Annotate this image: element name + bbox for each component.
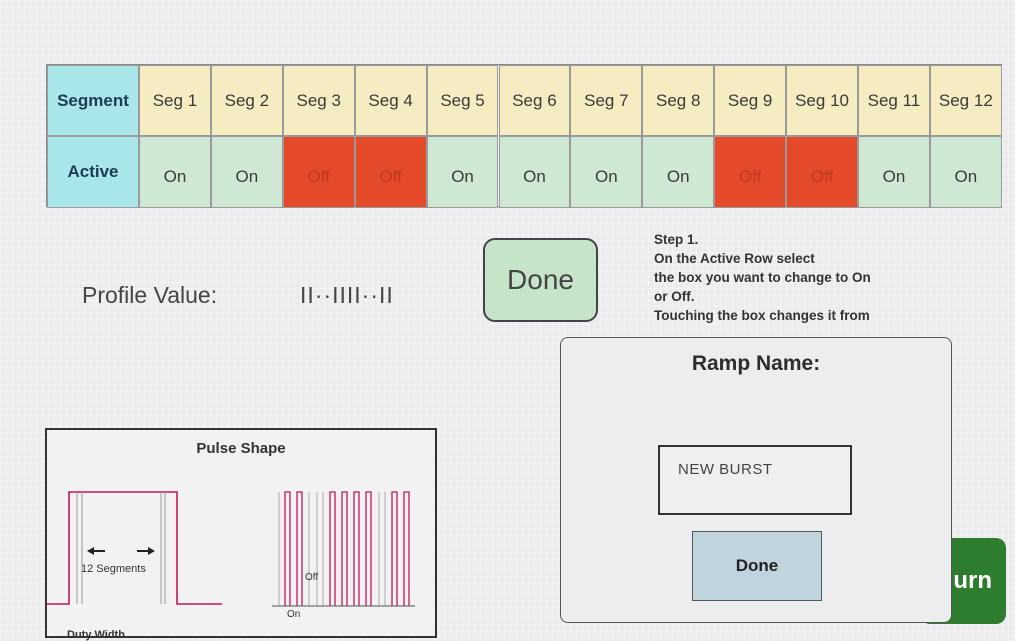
active-toggle-cell[interactable]: On <box>929 136 1002 208</box>
instruction-line: On the Active Row select <box>654 251 815 266</box>
active-toggle-cell[interactable]: Off <box>282 136 355 208</box>
active-toggle-cell[interactable]: On <box>642 136 715 208</box>
segment-header-cell: Seg 12 <box>929 65 1002 136</box>
ramp-done-button[interactable]: Done <box>692 531 822 601</box>
pulse-shape-diagram <box>47 491 415 607</box>
instruction-line: Touching the box changes it from <box>654 308 870 323</box>
instructions: Step 1. On the Active Row select the box… <box>654 230 934 325</box>
pulse-train <box>284 491 410 606</box>
profile-value: II··IIII··II <box>300 282 394 308</box>
profile-value-label: Profile Value: <box>82 282 218 308</box>
segment-header-cell: Seg 9 <box>714 65 787 136</box>
segment-header-cell: Seg 1 <box>139 65 211 136</box>
active-toggle-cell[interactable]: On <box>139 136 211 208</box>
segment-header-cell: Seg 2 <box>210 65 283 136</box>
instruction-line: the box you want to change to On <box>654 270 871 285</box>
active-toggle-cell[interactable]: On <box>210 136 283 208</box>
pulse-waveform <box>47 491 222 605</box>
instruction-line: or Off. <box>654 289 695 304</box>
pulse-shape-panel: Pulse Shape 12 Segments Off On Duty Widt… <box>45 428 437 641</box>
segment-header-cell: Seg 5 <box>426 65 499 136</box>
segment-header-cell: Seg 6 <box>498 65 571 136</box>
segment-header-cell: Seg 11 <box>858 65 930 136</box>
active-row-header: Active <box>47 136 139 208</box>
ramp-name-dialog: Ramp Name: NEW BURST Done <box>560 337 952 623</box>
segments-label: 12 Segments <box>81 563 146 575</box>
segment-header-cell: Seg 10 <box>786 65 858 136</box>
active-toggle-cell[interactable]: On <box>570 136 643 208</box>
ramp-name-title: Ramp Name: <box>691 352 821 375</box>
segment-table: Segment Active Seg 1 Seg 2 Seg 3 Seg 4 Seg 5… <box>46 64 1002 208</box>
pulse-train-guides <box>278 492 386 606</box>
instruction-line: Step 1. <box>654 232 699 247</box>
segment-row-header: Segment <box>47 65 139 136</box>
segment-header-cell: Seg 3 <box>282 65 355 136</box>
done-button[interactable]: Done <box>483 238 598 322</box>
left-arrow-head <box>87 547 94 555</box>
active-toggle-cell[interactable]: On <box>858 136 930 208</box>
duty-width-label: Duty Width <box>67 629 125 641</box>
segment-header-cell: Seg 7 <box>570 65 643 136</box>
segment-header-cell: Seg 4 <box>354 65 427 136</box>
right-arrow-head <box>148 547 155 555</box>
active-toggle-cell[interactable]: On <box>498 136 571 208</box>
off-label: Off <box>305 572 319 583</box>
on-label: On <box>287 609 301 620</box>
active-toggle-cell[interactable]: Off <box>786 136 858 208</box>
ramp-name-input[interactable]: NEW BURST <box>658 445 852 515</box>
active-toggle-cell[interactable]: On <box>426 136 499 208</box>
segment-header-cell: Seg 8 <box>642 65 715 136</box>
active-toggle-cell[interactable]: Off <box>714 136 787 208</box>
active-toggle-cell[interactable]: Off <box>354 136 427 208</box>
